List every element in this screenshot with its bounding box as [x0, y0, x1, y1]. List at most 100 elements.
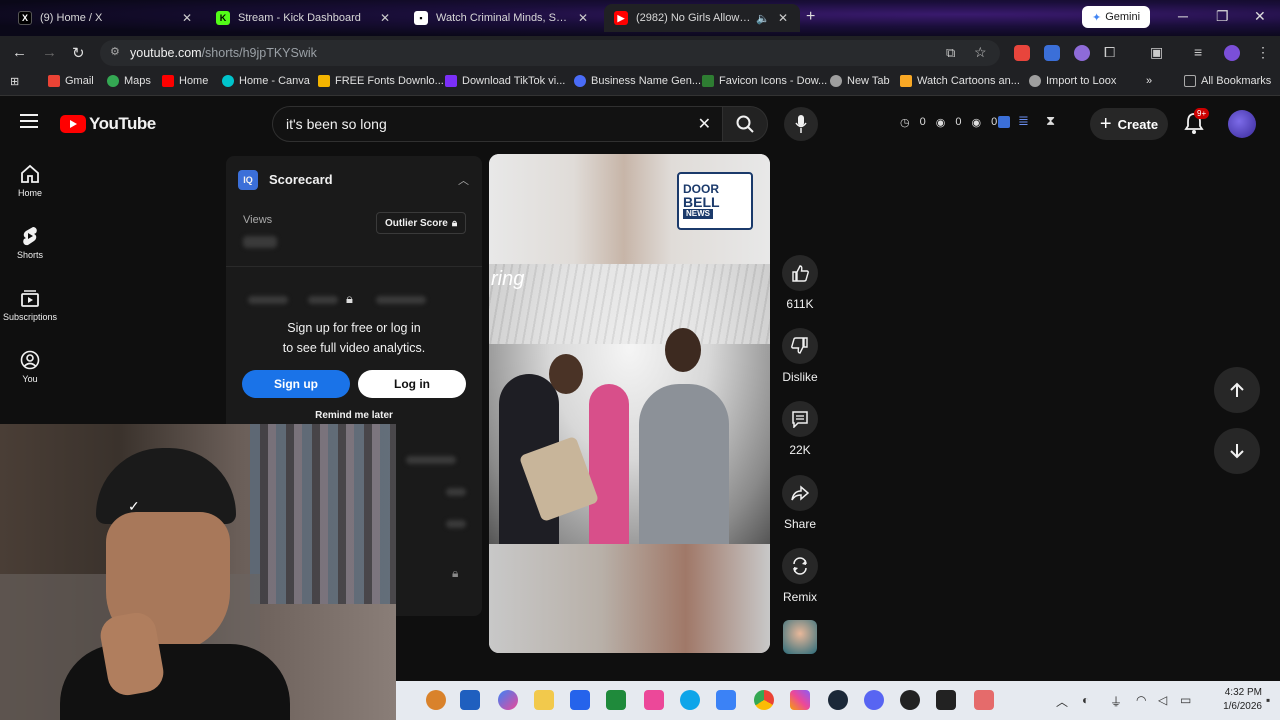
bookmark-maps[interactable]: Maps — [107, 75, 151, 87]
vidiq-icon[interactable] — [998, 116, 1010, 128]
gemini-button[interactable]: ✦ Gemini — [1082, 6, 1150, 28]
hamburger-menu-icon[interactable] — [20, 114, 38, 133]
collapse-chevron-icon[interactable]: ︿ — [458, 172, 469, 188]
chrome-icon[interactable] — [754, 690, 774, 710]
bookmark-canva[interactable]: Home - Canva — [222, 75, 310, 87]
edge-browser-icon[interactable] — [680, 690, 700, 710]
profile-avatar-icon[interactable] — [1224, 45, 1240, 61]
taskbar-app-icon[interactable] — [974, 690, 994, 710]
search-input[interactable]: it's been so long ✕ — [272, 106, 724, 142]
back-icon[interactable]: ← — [12, 44, 27, 61]
file-explorer-icon[interactable] — [534, 690, 554, 710]
close-window-icon[interactable]: ✕ — [1254, 8, 1266, 25]
tab-criminal-minds[interactable]: ▪ Watch Criminal Minds, Season ✕ — [404, 4, 600, 32]
bookmark-import-loox[interactable]: Import to Loox — [1029, 75, 1116, 87]
extension-icon[interactable] — [1014, 45, 1030, 61]
reload-icon[interactable]: ↻ — [72, 44, 85, 62]
share-button[interactable]: Share — [780, 475, 820, 531]
microphone-tray-icon[interactable]: ⏚ — [1110, 693, 1122, 710]
account-avatar[interactable] — [1228, 110, 1256, 138]
taskbar-app-icon[interactable] — [460, 690, 480, 710]
remind-me-later-link[interactable]: Remind me later — [226, 410, 482, 421]
tab-kick-dashboard[interactable]: K Stream - Kick Dashboard ✕ — [206, 4, 402, 32]
instagram-icon[interactable] — [790, 690, 810, 710]
scorecard-title: Scorecard — [269, 172, 333, 187]
shorts-video-player[interactable]: DOOR BELL NEWS ring — [489, 154, 770, 653]
capcut-icon[interactable] — [936, 690, 956, 710]
sign-up-button[interactable]: Sign up — [242, 370, 350, 398]
weather-widget-icon[interactable] — [426, 690, 446, 710]
dislike-button[interactable]: Dislike — [780, 328, 820, 384]
outlier-score-button[interactable]: Outlier Score 🔒︎ — [376, 212, 467, 234]
taskbar-app-icon[interactable] — [644, 690, 664, 710]
new-tab-button[interactable]: + — [806, 8, 815, 26]
site-info-icon[interactable]: ⚙ — [110, 45, 120, 58]
close-icon[interactable]: ✕ — [180, 11, 194, 25]
bookmark-star-icon[interactable]: ☆ — [974, 44, 987, 61]
bookmarks-bar: ⊞ Gmail Maps Home Home - Canva FREE Font… — [0, 70, 1280, 96]
minimize-icon[interactable]: ─ — [1178, 8, 1188, 24]
restore-icon[interactable]: ❐ — [1216, 8, 1229, 25]
apps-grid-icon[interactable]: ⊞ — [10, 75, 19, 88]
bookmark-free-fonts[interactable]: FREE Fonts Downlo... — [318, 75, 444, 87]
extension-icon[interactable] — [1044, 45, 1060, 61]
youtube-logo[interactable]: YouTube — [60, 114, 156, 134]
search-button[interactable] — [722, 106, 768, 142]
close-icon[interactable]: ✕ — [378, 11, 392, 25]
bookmark-favicon-icons[interactable]: Favicon Icons - Dow... — [702, 75, 827, 87]
list-icon[interactable]: ≣ — [1018, 113, 1029, 129]
create-button[interactable]: + Create — [1090, 108, 1168, 140]
bookmark-home[interactable]: Home — [162, 75, 208, 87]
obs-icon[interactable] — [900, 690, 920, 710]
log-in-button[interactable]: Log in — [358, 370, 466, 398]
chevron-up-icon[interactable]: ︿ — [1056, 693, 1068, 710]
tray-app-icon[interactable]: ◐ — [1082, 693, 1089, 707]
voice-search-button[interactable] — [784, 107, 818, 141]
vidiq-logo-icon: IQ — [238, 170, 258, 190]
volume-icon[interactable]: ◁ — [1158, 693, 1167, 707]
close-icon[interactable]: ✕ — [576, 11, 590, 25]
hourglass-icon[interactable]: ⧗ — [1046, 113, 1055, 129]
chevron-right-icon[interactable]: » — [1146, 75, 1152, 87]
install-app-icon[interactable]: ⧉ — [946, 45, 955, 61]
bookmark-watch-cartoons[interactable]: Watch Cartoons an... — [900, 75, 1020, 87]
previous-video-button[interactable] — [1214, 367, 1260, 413]
clock[interactable]: 4:32 PM 1/6/2026 — [1202, 686, 1262, 714]
bookmark-gmail[interactable]: Gmail — [48, 75, 94, 87]
remix-button[interactable]: Remix — [780, 548, 820, 604]
menu-kebab-icon[interactable]: ⋮ — [1256, 44, 1270, 61]
wifi-icon[interactable]: ◠ — [1136, 693, 1146, 707]
sidebar-item-you[interactable]: You — [0, 350, 60, 384]
clear-search-icon[interactable]: ✕ — [698, 114, 711, 134]
sidebar-item-subscriptions[interactable]: Subscriptions — [0, 288, 60, 322]
side-panel-icon[interactable]: ▣ — [1150, 44, 1163, 61]
taskbar-app-icon[interactable] — [570, 690, 590, 710]
notification-center-icon[interactable]: ▪ — [1266, 693, 1270, 707]
taskbar-app-icon[interactable] — [716, 690, 736, 710]
notifications-button[interactable]: 9+ — [1184, 108, 1210, 139]
battery-icon[interactable]: ▭ — [1180, 693, 1191, 707]
taskbar-app-icon[interactable] — [606, 690, 626, 710]
discord-icon[interactable] — [864, 690, 884, 710]
all-bookmarks[interactable]: All Bookmarks — [1184, 75, 1271, 87]
bookmark-new-tab[interactable]: New Tab — [830, 75, 890, 87]
steam-icon[interactable] — [828, 690, 848, 710]
reading-list-icon[interactable]: ≡ — [1194, 44, 1202, 60]
bookmark-business-name[interactable]: Business Name Gen... — [574, 75, 701, 87]
copilot-icon[interactable] — [498, 690, 518, 710]
like-button[interactable]: 611K — [780, 255, 820, 311]
sidebar-item-shorts[interactable]: Shorts — [0, 226, 60, 260]
close-icon[interactable]: ✕ — [776, 11, 790, 25]
url-field[interactable]: ⚙ youtube.com/shorts/h9jpTKYSwik — [100, 40, 1000, 66]
extensions-puzzle-icon[interactable]: ⧠ — [1104, 44, 1115, 61]
next-video-button[interactable] — [1214, 428, 1260, 474]
comments-button[interactable]: 22K — [780, 401, 820, 457]
tab-youtube-active[interactable]: ▶ (2982) No Girls Allowed Wh 🔈 ✕ — [604, 4, 800, 32]
sound-thumbnail[interactable] — [783, 620, 817, 654]
forward-icon[interactable]: → — [42, 44, 57, 61]
speaker-icon[interactable]: 🔈 — [756, 12, 770, 25]
tab-x-home[interactable]: X (9) Home / X ✕ — [8, 4, 204, 32]
extension-icon[interactable] — [1074, 45, 1090, 61]
sidebar-item-home[interactable]: Home — [0, 164, 60, 198]
bookmark-tiktok[interactable]: Download TikTok vi... — [445, 75, 565, 87]
